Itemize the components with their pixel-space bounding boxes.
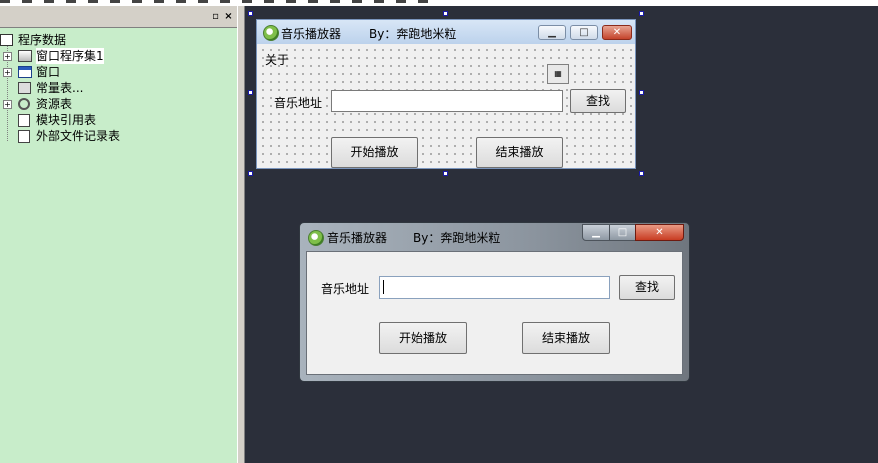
resize-handle[interactable] <box>248 171 253 176</box>
minimize-icon[interactable]: ▁ <box>582 224 610 241</box>
address-input[interactable] <box>379 276 610 299</box>
maximize-icon[interactable]: □ <box>609 224 636 241</box>
tree-item-label: 模块引用表 <box>36 113 97 127</box>
program-data-icon <box>0 34 13 46</box>
design-form[interactable]: 音乐播放器 By：奔跑地米粒 ▁ □ ✕ 关于 ▦ 音乐地址 查找 开始播放 结… <box>256 19 636 169</box>
text-caret <box>383 280 384 294</box>
window-icon <box>18 66 32 78</box>
find-button[interactable]: 查找 <box>570 89 626 113</box>
address-label: 音乐地址 <box>321 280 370 297</box>
menu-bar-fragments <box>0 0 440 3</box>
tree-item-label: 窗口 <box>36 65 61 79</box>
tree-item-label: 资源表 <box>36 97 73 111</box>
tree-item-window-assembly[interactable]: + 窗口程序集1 <box>0 48 110 64</box>
panel-header: ▫ × <box>0 6 237 28</box>
tree-item-resources[interactable]: + 资源表 <box>0 96 110 112</box>
address-input[interactable] <box>331 90 563 112</box>
restore-icon[interactable]: ▫ <box>211 12 220 22</box>
app-icon <box>308 230 324 246</box>
address-label: 音乐地址 <box>274 94 323 111</box>
resources-icon <box>18 98 30 110</box>
runtime-titlebar: 音乐播放器 By：奔跑地米粒 ▁ □ ✕ <box>300 223 689 249</box>
expand-icon[interactable]: + <box>3 52 12 61</box>
window-title: 音乐播放器 <box>327 231 388 245</box>
program-tree-panel: ▫ × 程序数据 + 窗口程序集1 + 窗口 常量表... + 资源表 模块引用… <box>0 6 237 463</box>
menu-item-about[interactable]: 关于 <box>265 51 289 68</box>
resize-handle[interactable] <box>443 11 448 16</box>
tree-item-label: 常量表... <box>36 81 84 95</box>
close-icon[interactable]: ✕ <box>635 224 684 241</box>
close-icon[interactable]: ✕ <box>602 25 632 40</box>
file-icon <box>18 130 30 143</box>
runtime-client-area: 音乐地址 查找 开始播放 结束播放 <box>306 251 683 375</box>
window-title: 音乐播放器 <box>281 27 342 41</box>
minimize-icon[interactable]: ▁ <box>538 25 566 40</box>
expand-icon[interactable]: + <box>3 68 12 77</box>
constants-icon <box>18 82 31 94</box>
start-button[interactable]: 开始播放 <box>331 137 418 168</box>
app-icon <box>263 25 279 41</box>
assembly-icon <box>18 50 32 62</box>
runtime-window[interactable]: 音乐播放器 By：奔跑地米粒 ▁ □ ✕ 音乐地址 查找 开始播放 结束播放 <box>299 222 690 382</box>
window-author: By：奔跑地米粒 <box>369 27 457 41</box>
maximize-icon[interactable]: □ <box>570 25 598 40</box>
design-titlebar: 音乐播放器 By：奔跑地米粒 ▁ □ ✕ <box>257 20 635 44</box>
start-button[interactable]: 开始播放 <box>379 322 467 354</box>
resize-handle[interactable] <box>639 11 644 16</box>
module-icon <box>18 114 30 127</box>
timer-component-icon[interactable]: ▦ <box>547 64 569 84</box>
resize-handle[interactable] <box>639 90 644 95</box>
stop-button[interactable]: 结束播放 <box>476 137 563 168</box>
tree-item-module-refs[interactable]: 模块引用表 <box>0 112 120 128</box>
window-author: By：奔跑地米粒 <box>413 231 501 245</box>
resize-handle[interactable] <box>443 171 448 176</box>
resize-handle[interactable] <box>639 171 644 176</box>
tree-item-external-files[interactable]: 外部文件记录表 <box>0 128 130 144</box>
resize-handle[interactable] <box>248 90 253 95</box>
tree-item-window[interactable]: + 窗口 <box>0 64 110 80</box>
find-button[interactable]: 查找 <box>619 275 675 300</box>
expand-icon[interactable]: + <box>3 100 12 109</box>
resize-handle[interactable] <box>248 11 253 16</box>
tree-item-constants[interactable]: 常量表... <box>0 80 110 96</box>
close-icon[interactable]: × <box>224 12 233 22</box>
tree-root-label: 程序数据 <box>18 33 67 47</box>
panel-splitter[interactable] <box>237 6 245 463</box>
tree-item-label: 窗口程序集1 <box>36 48 104 64</box>
stop-button[interactable]: 结束播放 <box>522 322 610 354</box>
tree-item-label: 外部文件记录表 <box>36 129 121 143</box>
